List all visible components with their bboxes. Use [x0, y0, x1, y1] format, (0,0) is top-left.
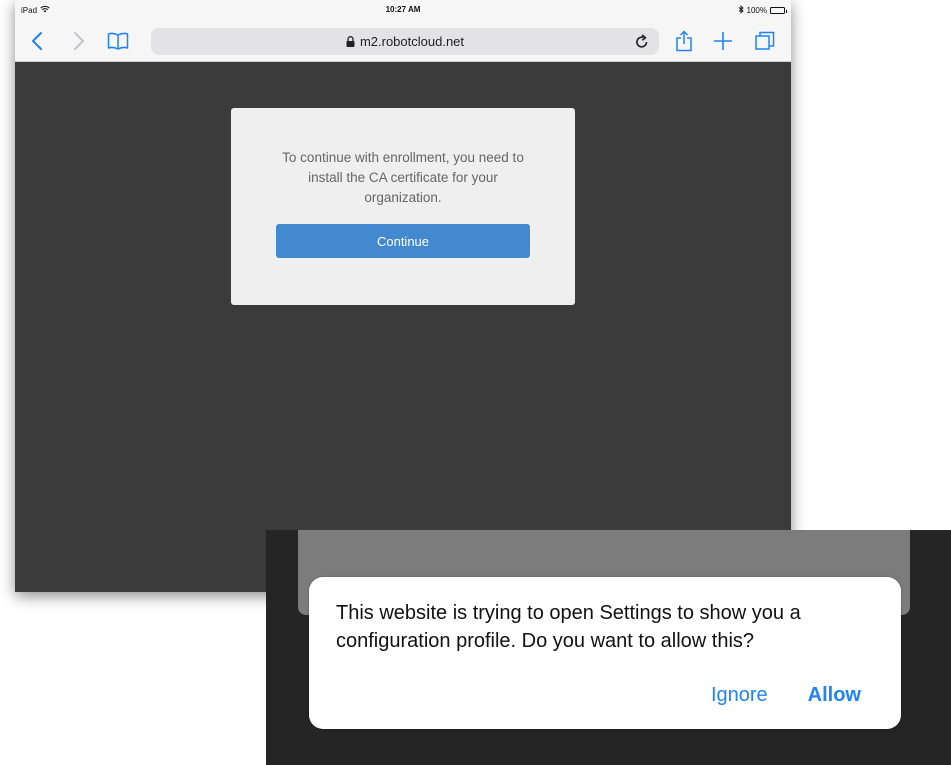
ipad-screenshot: iPad 10:27 AM 100% m2.robotcloud.net To … [15, 0, 791, 592]
tabs-button[interactable] [753, 29, 777, 53]
tabs-icon [755, 31, 775, 50]
status-right: 100% [738, 5, 787, 16]
chevron-left-icon [32, 32, 42, 50]
book-icon [107, 32, 129, 50]
bookmarks-button[interactable] [106, 29, 130, 53]
battery-percent: 100% [746, 6, 767, 15]
alert-actions: Ignore Allow [711, 684, 861, 707]
bluetooth-icon [738, 5, 744, 16]
enrollment-card: To continue with enrollment, you need to… [231, 108, 575, 305]
allow-button[interactable]: Allow [808, 684, 861, 707]
status-bar: iPad 10:27 AM 100% [15, 0, 791, 20]
plus-icon [714, 32, 732, 50]
reload-button[interactable] [635, 34, 649, 52]
forward-button[interactable] [67, 29, 91, 53]
lock-icon [346, 36, 355, 47]
enrollment-message: To continue with enrollment, you need to… [282, 150, 524, 205]
url-text: m2.robotcloud.net [359, 34, 465, 49]
share-button[interactable] [672, 29, 696, 53]
permission-alert: This website is trying to open Settings … [309, 577, 901, 729]
battery-icon [770, 7, 787, 14]
new-tab-button[interactable] [711, 29, 735, 53]
chevron-right-icon [74, 32, 84, 50]
status-time: 10:27 AM [385, 5, 421, 14]
back-button[interactable] [25, 29, 49, 53]
alert-crop: This website is trying to open Settings … [266, 530, 951, 765]
address-bar[interactable]: m2.robotcloud.net [151, 28, 659, 55]
share-icon [676, 30, 692, 52]
reload-icon [636, 34, 648, 48]
web-content: To continue with enrollment, you need to… [15, 62, 791, 592]
continue-button[interactable]: Continue [276, 224, 530, 258]
alert-message: This website is trying to open Settings … [336, 602, 801, 652]
ignore-button[interactable]: Ignore [711, 684, 768, 707]
browser-toolbar: m2.robotcloud.net [15, 20, 791, 62]
browser-chrome: iPad 10:27 AM 100% m2.robotcloud.net [15, 0, 791, 62]
